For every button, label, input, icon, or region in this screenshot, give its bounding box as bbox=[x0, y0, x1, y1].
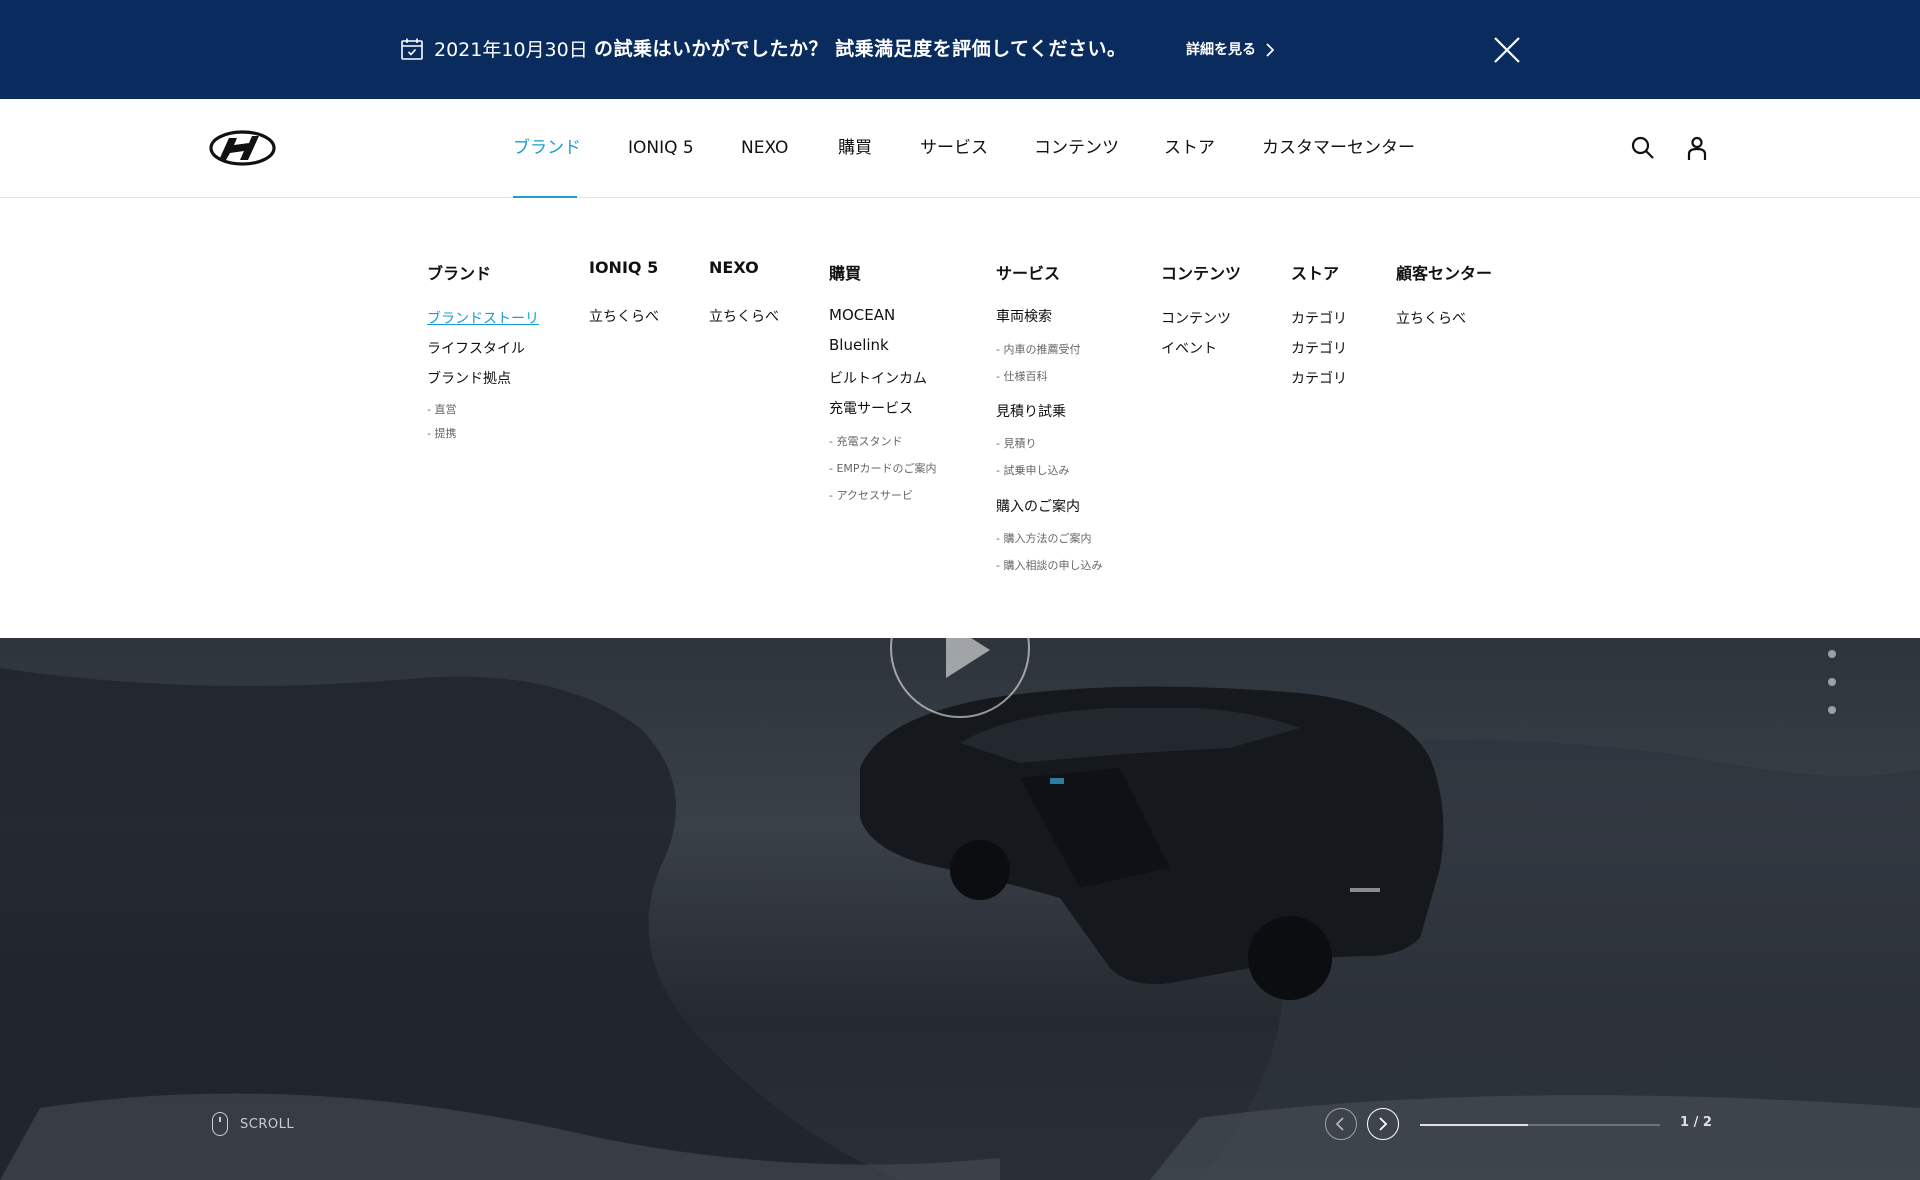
menu-subitem[interactable]: - 直営 bbox=[427, 401, 456, 417]
chevron-right-icon bbox=[1266, 43, 1275, 57]
menu-item-mocean[interactable]: MOCEAN bbox=[829, 306, 895, 324]
menu-subitem[interactable]: - 充電スタンド bbox=[829, 433, 902, 449]
detail-link-label: 詳細を見る bbox=[1186, 42, 1256, 58]
menu-subitem[interactable]: - 購入方法のご案内 bbox=[996, 530, 1091, 546]
nav-contents[interactable]: コンテンツ bbox=[1034, 136, 1119, 160]
slide-dot[interactable] bbox=[1828, 706, 1836, 714]
scroll-label: SCROLL bbox=[240, 1117, 295, 1132]
hero-background-image bbox=[0, 668, 1920, 1180]
play-icon bbox=[946, 638, 990, 678]
nav-purchase[interactable]: 購買 bbox=[838, 136, 872, 160]
slide-progress-bar bbox=[1420, 1124, 1660, 1126]
banner-date: 2021年10月30日 bbox=[434, 39, 588, 61]
menu-subitem[interactable]: - 試乗申し込み bbox=[996, 462, 1069, 478]
menu-item-charging-service[interactable]: 充電サービス bbox=[829, 398, 913, 418]
menu-subitem[interactable]: - 見積り bbox=[996, 435, 1036, 451]
nav-service[interactable]: サービス bbox=[920, 136, 988, 160]
column-title: 購買 bbox=[829, 264, 862, 283]
column-title: サービス bbox=[996, 264, 1061, 283]
menu-item-compare[interactable]: 立ちくらべ bbox=[589, 306, 659, 326]
next-slide-button[interactable] bbox=[1367, 1108, 1399, 1140]
column-title: ブランド bbox=[427, 264, 492, 283]
column-title: ストア bbox=[1291, 264, 1340, 283]
slide-progress-fill bbox=[1420, 1124, 1528, 1126]
hero-video-section: SCROLL 1 / 2 bbox=[0, 638, 1920, 1180]
menu-item-compare[interactable]: 立ちくらべ bbox=[709, 306, 779, 326]
nav-ioniq5[interactable]: IONIQ 5 bbox=[628, 136, 694, 160]
nav-brand[interactable]: ブランド bbox=[513, 136, 581, 160]
close-icon[interactable] bbox=[1493, 36, 1521, 64]
column-title: IONIQ 5 bbox=[589, 258, 659, 277]
menu-item-event[interactable]: イベント bbox=[1161, 338, 1217, 358]
menu-item-category[interactable]: カテゴリ bbox=[1291, 308, 1347, 328]
menu-subitem[interactable]: - 購入相談の申し込み bbox=[996, 557, 1102, 573]
nav-store[interactable]: ストア bbox=[1164, 136, 1215, 160]
menu-item-category[interactable]: カテゴリ bbox=[1291, 338, 1347, 358]
menu-item-brand-story[interactable]: ブランドストーリ bbox=[427, 308, 539, 328]
mouse-icon bbox=[212, 1112, 228, 1136]
previous-slide-button[interactable] bbox=[1325, 1108, 1357, 1140]
menu-item-purchase-guide[interactable]: 購入のご案内 bbox=[996, 496, 1080, 516]
column-title: 顧客センター bbox=[1396, 264, 1493, 283]
slide-dot[interactable] bbox=[1828, 678, 1836, 686]
nav-nexo[interactable]: NEXO bbox=[741, 136, 788, 160]
menu-item-lifestyle[interactable]: ライフスタイル bbox=[427, 338, 525, 358]
menu-item-contents[interactable]: コンテンツ bbox=[1161, 308, 1231, 328]
menu-item-bluelink[interactable]: Bluelink bbox=[829, 336, 889, 354]
column-title: NEXO bbox=[709, 258, 759, 277]
menu-subitem[interactable]: - 提携 bbox=[427, 425, 456, 441]
slide-dot[interactable] bbox=[1828, 650, 1836, 658]
site-header: ブランド IONIQ 5 NEXO 購買 サービス コンテンツ ストア カスタマ… bbox=[0, 99, 1920, 198]
menu-item-vehicle-search[interactable]: 車両検索 bbox=[996, 306, 1052, 326]
menu-item-compare[interactable]: 立ちくらべ bbox=[1396, 308, 1466, 328]
chevron-left-icon bbox=[1335, 1117, 1344, 1131]
menu-item-brand-base[interactable]: ブランド拠点 bbox=[427, 368, 511, 388]
menu-subitem[interactable]: - EMPカードのご案内 bbox=[829, 460, 937, 476]
nav-customer-center[interactable]: カスタマーセンター bbox=[1262, 136, 1415, 160]
menu-item-quote-testdrive[interactable]: 見積り試乗 bbox=[996, 401, 1066, 421]
menu-subitem[interactable]: - 仕様百科 bbox=[996, 368, 1047, 384]
survey-banner: 2021年10月30日 の試乗はいかがでしたか？ 試乗満足度を評価してください。… bbox=[0, 0, 1920, 99]
mega-menu: ブランド ブランドストーリ ライフスタイル ブランド拠点 - 直営 - 提携 I… bbox=[0, 198, 1920, 638]
banner-message: の試乗はいかがでしたか？ 試乗満足度を評価してください。 bbox=[594, 38, 1127, 60]
chevron-right-icon bbox=[1379, 1117, 1388, 1131]
hyundai-logo[interactable] bbox=[209, 130, 276, 166]
menu-item-category[interactable]: カテゴリ bbox=[1291, 368, 1347, 388]
menu-subitem[interactable]: - アクセスサービ bbox=[829, 487, 913, 503]
column-title: コンテンツ bbox=[1161, 264, 1242, 283]
user-icon[interactable] bbox=[1684, 135, 1710, 161]
slide-pager: 1 / 2 bbox=[1680, 1115, 1712, 1130]
menu-item-builtin-cam[interactable]: ビルトインカム bbox=[829, 368, 927, 388]
detail-link[interactable]: 詳細を見る bbox=[1186, 39, 1275, 61]
calendar-icon bbox=[401, 38, 423, 60]
menu-subitem[interactable]: - 内車の推薦受付 bbox=[996, 341, 1080, 357]
search-icon[interactable] bbox=[1630, 135, 1656, 161]
